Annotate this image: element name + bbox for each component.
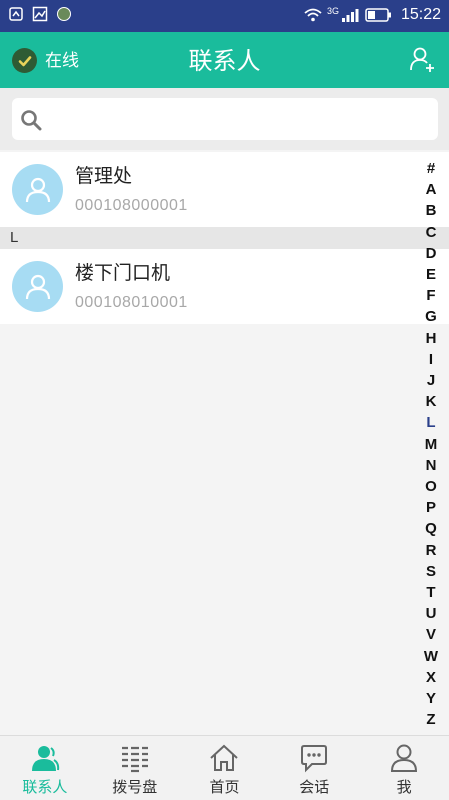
index-letter[interactable]: K [426,391,437,412]
index-letter[interactable]: H [426,328,437,349]
index-letter[interactable]: Q [425,518,437,539]
notification-icon [8,6,24,22]
nav-label: 拨号盘 [112,778,158,796]
nav-label: 会话 [299,778,330,796]
avatar [12,261,63,312]
network-type: 3G [326,6,339,16]
index-letter[interactable]: J [427,370,435,391]
index-letter[interactable]: W [424,646,438,667]
contact-item-management-office[interactable]: 管理处 000108000001 [0,152,449,227]
person-icon [25,177,50,202]
contacts-icon [31,746,60,771]
index-letter[interactable]: E [426,264,436,285]
index-letter[interactable]: S [426,561,436,582]
index-letter[interactable]: M [425,434,438,455]
index-letter[interactable]: B [426,200,437,221]
search-bar [0,88,449,150]
nav-item-chat[interactable]: 会话 [269,736,359,800]
image-icon [32,6,48,22]
wifi-icon [303,7,322,23]
contact-item-door-unit[interactable]: 楼下门口机 000108010001 [0,249,449,324]
contact-number: 000108000001 [75,197,188,214]
chat-icon [301,745,328,773]
add-user-button[interactable] [409,46,437,74]
add-user-icon [410,47,434,72]
person-icon [25,274,50,299]
nav-item-contacts[interactable]: 联系人 [0,736,90,800]
index-letter[interactable]: O [425,476,437,497]
index-letter[interactable]: Z [426,709,435,730]
index-letter[interactable]: P [426,497,436,518]
search-input[interactable] [52,104,422,134]
app-header: 在线 联系人 [0,32,449,88]
avatar [12,164,63,215]
home-icon [210,744,239,771]
nav-label: 联系人 [22,778,68,796]
alphabet-index-bar[interactable]: # A B C D E F G H I J K L M N O P Q R S T U V W X Y Z [421,158,441,730]
search-icon [20,109,42,131]
nav-label: 我 [396,778,412,796]
profile-icon [391,744,418,772]
index-letter[interactable]: F [426,285,435,306]
index-letter[interactable]: C [426,222,437,243]
nav-item-profile[interactable]: 我 [359,736,449,800]
contact-list: 管理处 000108000001 L 楼下门口机 000108010001 [0,152,449,324]
index-letter[interactable]: R [426,540,437,561]
status-bar: 3G 15:22 [0,0,449,32]
index-letter[interactable]: A [426,179,437,200]
contact-name: 管理处 [75,165,133,187]
section-header: L [0,227,449,249]
nav-item-dialpad[interactable]: 拨号盘 [90,736,180,800]
index-letter[interactable]: T [426,582,435,603]
index-letter[interactable]: I [429,349,433,370]
search-box[interactable] [12,98,438,140]
dialpad-icon [121,746,148,773]
index-letter[interactable]: X [426,667,436,688]
nav-label: 首页 [209,778,240,796]
index-letter[interactable]: D [426,243,437,264]
app-icon [56,6,72,22]
nav-item-home[interactable]: 首页 [180,736,270,800]
page-title: 联系人 [188,47,261,75]
index-letter[interactable]: Y [426,688,436,709]
battery-icon [365,7,393,23]
contact-number: 000108010001 [75,294,188,311]
index-letter[interactable]: N [426,455,437,476]
index-letter[interactable]: L [426,412,435,433]
signal-icon [341,7,359,23]
contact-name: 楼下门口机 [75,262,171,284]
index-letter[interactable]: # [427,158,435,179]
index-letter[interactable]: V [426,624,436,645]
clock: 15:22 [400,6,441,23]
index-letter[interactable]: G [425,306,437,327]
bottom-nav: 联系人 拨号盘 首页 会话 我 [0,735,449,800]
index-letter[interactable]: U [426,603,437,624]
